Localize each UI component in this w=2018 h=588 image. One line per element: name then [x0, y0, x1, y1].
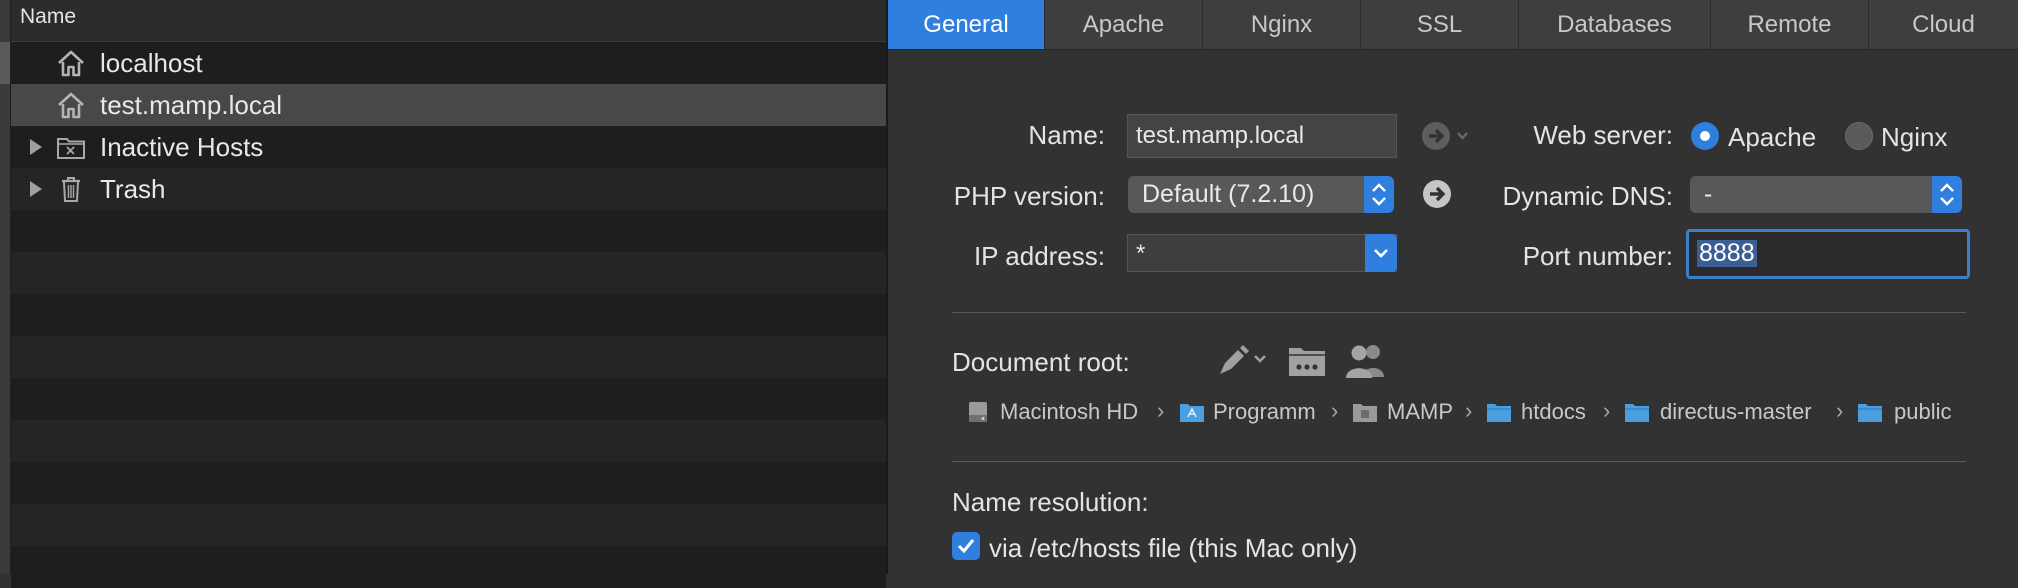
path-macintosh-hd[interactable]: Macintosh HD: [1000, 399, 1138, 425]
split-divider[interactable]: [886, 0, 888, 574]
chevron-right-icon: ›: [1157, 398, 1165, 423]
chevron-down-icon[interactable]: [1365, 234, 1397, 272]
tab-cloud[interactable]: Cloud: [1869, 0, 2018, 49]
house-icon: [58, 92, 84, 119]
folder-icon: [1858, 404, 1882, 422]
dynamic-dns-popup[interactable]: -: [1690, 176, 1962, 213]
separator: [952, 461, 1966, 462]
host-row-localhost[interactable]: localhost: [11, 42, 886, 84]
path-programm[interactable]: Programm: [1213, 399, 1316, 425]
host-label: localhost: [100, 48, 203, 78]
dynamic-dns-label: Dynamic DNS:: [1502, 181, 1673, 211]
hosts-file-checkbox-label[interactable]: via /etc/hosts file (this Mac only): [989, 533, 1357, 564]
group-label: Inactive Hosts: [100, 132, 264, 162]
empty-row: [11, 294, 886, 336]
empty-row: [11, 462, 886, 504]
tab-databases[interactable]: Databases: [1519, 0, 1711, 49]
radio-nginx-label[interactable]: Nginx: [1881, 122, 1947, 153]
separator: [952, 312, 1966, 313]
inactive-folder-icon: [57, 138, 85, 159]
folder-icon: [1487, 404, 1511, 422]
applications-folder-icon: [1180, 404, 1204, 422]
empty-row: [11, 546, 886, 588]
popup-stepper-icon: [1932, 176, 1962, 213]
sidebar-header-label: Name: [20, 5, 77, 28]
mamp-folder-icon: [1353, 404, 1377, 422]
hard-drive-icon: [969, 402, 987, 422]
go-to-arrow-icon[interactable]: [1422, 179, 1452, 209]
empty-row: [11, 210, 886, 252]
name-label: Name:: [1028, 120, 1105, 150]
house-icon: [58, 50, 84, 77]
radio-apache[interactable]: [1691, 122, 1719, 150]
folder-browse-icon[interactable]: [1287, 342, 1327, 378]
path-public[interactable]: public: [1894, 399, 1951, 425]
ip-address-label: IP address:: [973, 241, 1105, 271]
empty-row: [11, 252, 886, 294]
popup-stepper-icon: [1364, 176, 1394, 213]
tab-apache[interactable]: Apache: [1045, 0, 1203, 49]
chevron-right-icon: ›: [1331, 398, 1339, 423]
group-label: Trash: [100, 174, 166, 204]
web-server-label: Web server:: [1533, 120, 1673, 150]
tab-nginx[interactable]: Nginx: [1203, 0, 1361, 49]
disclosure-triangle-icon[interactable]: [30, 139, 42, 155]
ip-address-combo[interactable]: *: [1127, 234, 1397, 272]
go-to-arrow-menu-icon[interactable]: [1421, 121, 1473, 151]
empty-row: [11, 504, 886, 546]
tab-remote[interactable]: Remote: [1711, 0, 1869, 49]
group-row-inactive-hosts[interactable]: Inactive Hosts: [11, 126, 886, 168]
php-version-label: PHP version:: [953, 181, 1105, 211]
tab-general[interactable]: General: [888, 0, 1045, 49]
port-number-value: 8888: [1697, 239, 1757, 267]
path-mamp[interactable]: MAMP: [1387, 399, 1453, 425]
name-resolution-label: Name resolution:: [952, 487, 1149, 517]
trash-icon: [62, 177, 80, 202]
document-root-label: Document root:: [952, 347, 1130, 377]
radio-apache-label[interactable]: Apache: [1728, 122, 1816, 153]
path-htdocs[interactable]: htdocs: [1521, 399, 1586, 425]
disclosure-triangle-icon[interactable]: [30, 181, 42, 197]
chevron-right-icon: ›: [1465, 398, 1473, 423]
hosts-sidebar: Name localhost test.mamp.local Inactive …: [11, 0, 886, 588]
hosts-list: localhost test.mamp.local Inactive Hosts…: [11, 42, 886, 588]
pen-menu-icon[interactable]: [1216, 342, 1270, 378]
chevron-right-icon: ›: [1836, 398, 1844, 423]
users-icon[interactable]: [1344, 341, 1388, 379]
php-version-value: Default (7.2.10): [1142, 180, 1315, 208]
tab-ssl[interactable]: SSL: [1361, 0, 1519, 49]
radio-nginx[interactable]: [1845, 122, 1873, 150]
tab-bar: General Apache Nginx SSL Databases Remot…: [888, 0, 2018, 50]
host-label: test.mamp.local: [100, 90, 283, 120]
host-row-test-mamp-local[interactable]: test.mamp.local: [11, 84, 886, 126]
port-number-field[interactable]: 8888: [1686, 229, 1970, 279]
name-field[interactable]: test.mamp.local: [1127, 114, 1397, 158]
left-edge-bar: [0, 0, 11, 574]
sidebar-header[interactable]: Name: [11, 0, 886, 42]
ip-address-value: *: [1136, 240, 1146, 267]
chevron-right-icon: ›: [1603, 398, 1611, 423]
empty-row: [11, 420, 886, 462]
dynamic-dns-value: -: [1704, 180, 1713, 208]
group-row-trash[interactable]: Trash: [11, 168, 886, 210]
empty-row: [11, 378, 886, 420]
hosts-file-checkbox[interactable]: [952, 532, 980, 560]
php-version-popup[interactable]: Default (7.2.10): [1128, 176, 1394, 213]
left-edge-selection: [0, 42, 10, 84]
path-directus-master[interactable]: directus-master: [1660, 399, 1812, 425]
folder-icon: [1625, 404, 1649, 422]
port-number-label: Port number:: [1522, 241, 1673, 271]
empty-row: [11, 336, 886, 378]
